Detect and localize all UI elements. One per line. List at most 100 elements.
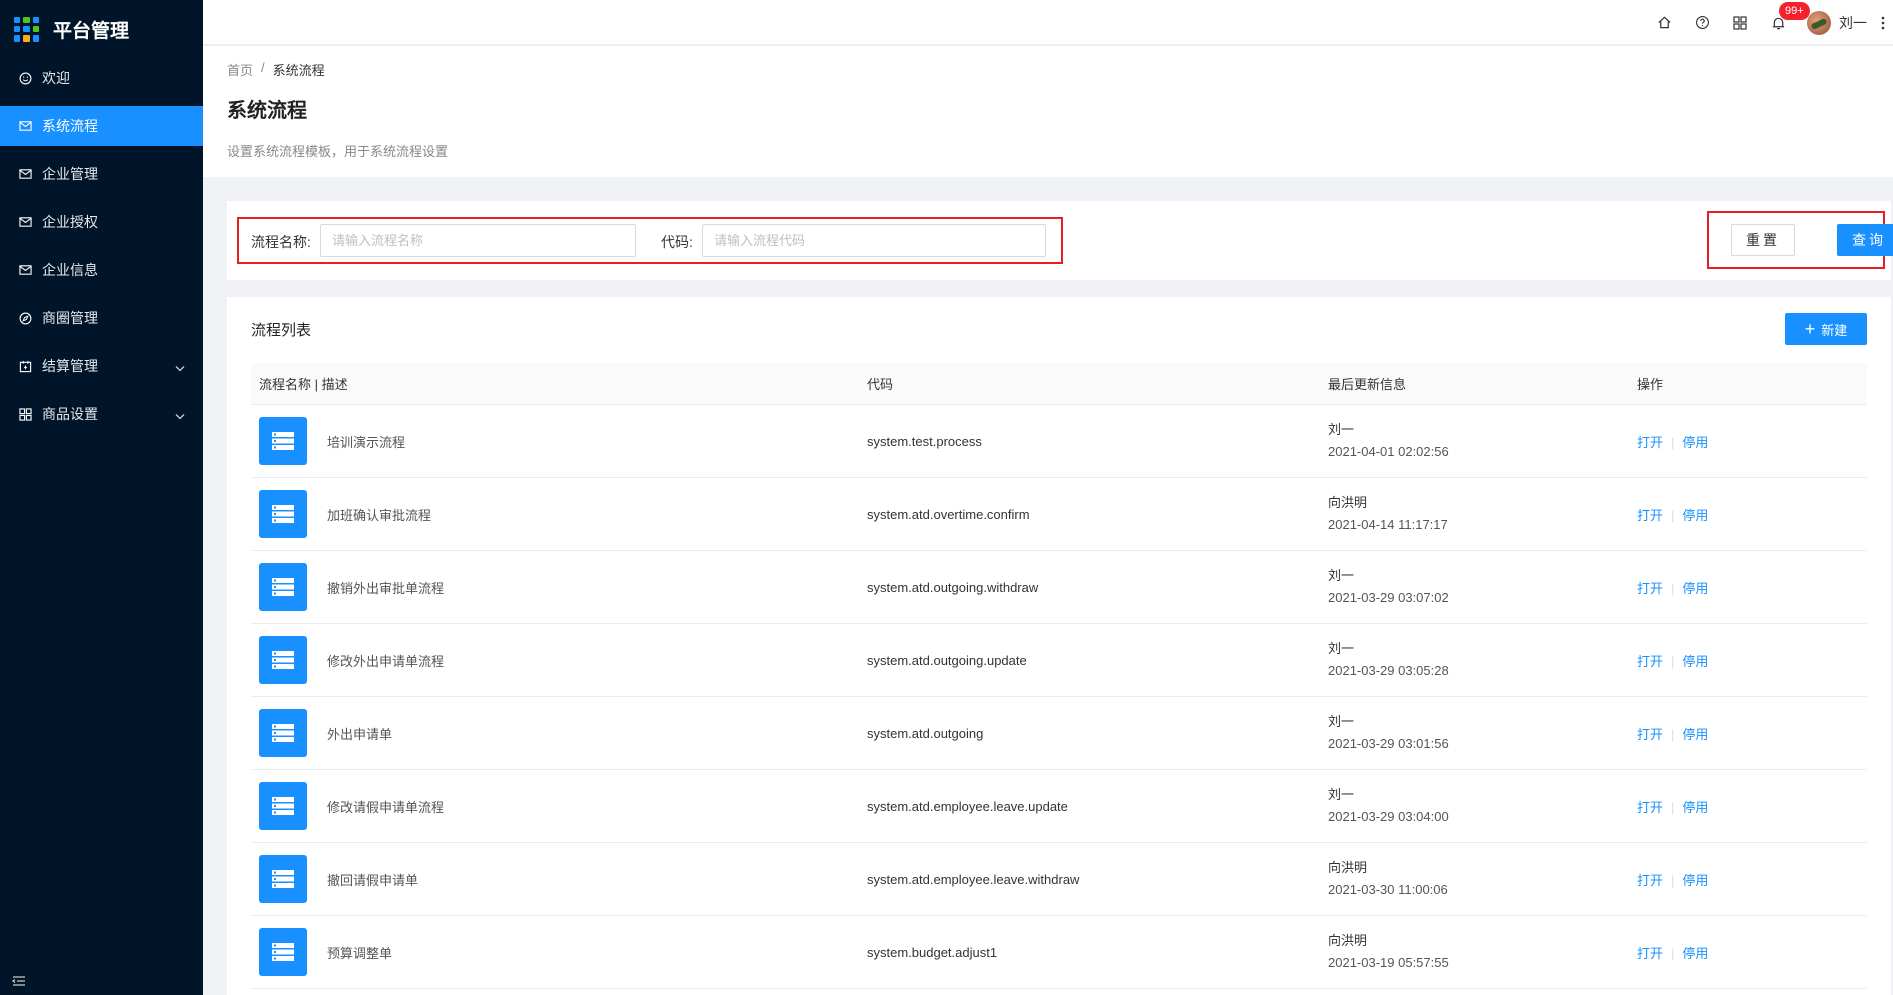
update-user: 刘一 [1328,714,1355,729]
process-list-icon [259,928,307,976]
name-input[interactable] [320,224,636,257]
more-vertical-icon[interactable] [1873,0,1893,45]
open-link[interactable]: 打开 [1637,800,1663,815]
sidebar-item-5[interactable]: 商圈管理 [0,298,203,338]
page-title: 系统流程 [227,100,307,122]
breadcrumb-home[interactable]: 首页 [227,60,253,79]
open-link[interactable]: 打开 [1637,873,1663,888]
appstore-icon[interactable] [1721,0,1759,45]
sidebar-item-4[interactable]: 企业信息 [0,250,203,290]
sidebar-item-label: 商品设置 [42,406,98,422]
update-time: 2021-03-29 03:07:02 [1328,590,1449,605]
query-button[interactable]: 查询 [1837,224,1893,256]
update-time: 2021-03-30 11:00:06 [1328,882,1448,897]
smile-icon [18,71,32,85]
process-code: system.atd.employee.leave.withdraw [867,871,1080,887]
process-name: 外出申请单 [327,726,393,742]
sidebar-item-0[interactable]: 欢迎 [0,58,203,98]
logo[interactable]: 平台管理 [0,0,203,58]
sidebar-item-3[interactable]: 企业授权 [0,202,203,242]
sidebar-item-7[interactable]: 商品设置 [0,394,203,434]
new-button[interactable]: + 新建 [1785,313,1867,345]
table-row: 修改请假申请单流程 system.atd.employee.leave.updat… [251,770,1867,843]
cell-name: 外出申请单 [251,709,867,757]
cell-name: 培训演示流程 [251,417,867,465]
disable-link[interactable]: 停用 [1682,581,1708,596]
open-link[interactable]: 打开 [1637,654,1663,669]
table-row: 撤销外出审批单流程 system.atd.outgoing.withdraw 刘一 2… [251,551,1867,624]
appstore-icon [18,407,32,421]
home-icon[interactable] [1645,0,1683,45]
sidebar-item-label: 商圈管理 [42,310,98,326]
cell-update: 刘一 2021-03-29 03:04:00 [1328,784,1637,828]
apps-grid-icon [14,16,39,42]
open-link[interactable]: 打开 [1637,508,1663,523]
open-link[interactable]: 打开 [1637,946,1663,961]
action-divider: | [1671,580,1675,596]
cell-actions: 打开 | 停用 [1637,943,1867,962]
process-code: system.atd.overtime.confirm [867,506,1030,522]
process-name: 预算调整单 [327,945,393,961]
process-code: system.test.process [867,433,982,449]
help-icon[interactable] [1683,0,1721,45]
chevron-down-icon [175,359,185,375]
update-time: 2021-03-29 03:05:28 [1328,663,1449,678]
code-input[interactable] [702,224,1046,257]
cell-name: 加班确认审批流程 [251,490,867,538]
calendar-icon [18,359,32,373]
user-menu[interactable]: 刘一 [1807,10,1867,35]
bell-icon[interactable]: 99+ [1759,0,1810,45]
sidebar-item-6[interactable]: 结算管理 [0,346,203,386]
open-link[interactable]: 打开 [1637,435,1663,450]
disable-link[interactable]: 停用 [1682,946,1708,961]
open-link[interactable]: 打开 [1637,581,1663,596]
disable-link[interactable]: 停用 [1682,727,1708,742]
cell-actions: 打开 | 停用 [1637,870,1867,889]
cell-actions: 打开 | 停用 [1637,797,1867,816]
update-time: 2021-04-14 11:17:17 [1328,517,1448,532]
cell-update: 向洪明 2021-03-19 05:57:55 [1328,930,1637,974]
cell-name: 撤回请假申请单 [251,855,867,903]
process-name: 培训演示流程 [327,434,406,450]
cell-actions: 打开 | 停用 [1637,724,1867,743]
sidebar-item-label: 欢迎 [42,70,70,86]
name-label: 流程名称: [251,234,311,250]
update-user: 向洪明 [1328,933,1368,948]
chevron-down-icon [175,407,185,423]
disable-link[interactable]: 停用 [1682,654,1708,669]
disable-link[interactable]: 停用 [1682,435,1708,450]
cell-update: 刘一 2021-03-29 03:05:28 [1328,638,1637,682]
cell-update: 向洪明 2021-03-30 11:00:06 [1328,857,1637,901]
process-code: system.atd.outgoing.withdraw [867,579,1039,595]
table-row: 撤回请假申请单 system.atd.employee.leave.withdra… [251,843,1867,916]
open-link[interactable]: 打开 [1637,727,1663,742]
notification-badge: 99+ [1779,2,1810,20]
update-time: 2021-03-29 03:01:56 [1328,736,1449,751]
process-name: 撤销外出审批单流程 [327,580,445,596]
table-row: 修改外出申请单流程 system.atd.outgoing.update 刘一 202… [251,624,1867,697]
sidebar-menu: 欢迎系统流程企业管理企业授权企业信息商圈管理结算管理商品设置 [0,58,203,434]
update-time: 2021-04-01 02:02:56 [1328,444,1449,459]
cell-update: 向洪明 2021-04-14 11:17:17 [1328,492,1637,536]
process-name: 加班确认审批流程 [327,507,432,523]
update-user: 刘一 [1328,422,1355,437]
sidebar-item-2[interactable]: 企业管理 [0,154,203,194]
search-form: 流程名称: 代码: 重置 查询 [227,201,1893,280]
update-time: 2021-03-19 05:57:55 [1328,955,1449,970]
sidebar-item-1[interactable]: 系统流程 [0,106,203,146]
disable-link[interactable]: 停用 [1682,508,1708,523]
cell-actions: 打开 | 停用 [1637,578,1867,597]
collapse-menu-icon[interactable] [11,974,26,991]
top-header: 99+ 刘一 [203,0,1893,45]
disable-link[interactable]: 停用 [1682,873,1708,888]
process-table: 流程名称 | 描述 代码 最后更新信息 操作 培训演示流程 system.test… [251,363,1867,989]
table-body: 培训演示流程 system.test.process 刘一 2021-04-01 02… [251,405,1867,989]
process-code: system.budget.adjust1 [867,944,998,960]
breadcrumb-current: 系统流程 [272,63,325,78]
user-name: 刘一 [1839,14,1867,31]
action-divider: | [1671,653,1675,669]
disable-link[interactable]: 停用 [1682,800,1708,815]
reset-button[interactable]: 重置 [1731,224,1795,256]
process-code: system.atd.employee.leave.update [867,798,1068,814]
compass-icon [18,311,32,325]
